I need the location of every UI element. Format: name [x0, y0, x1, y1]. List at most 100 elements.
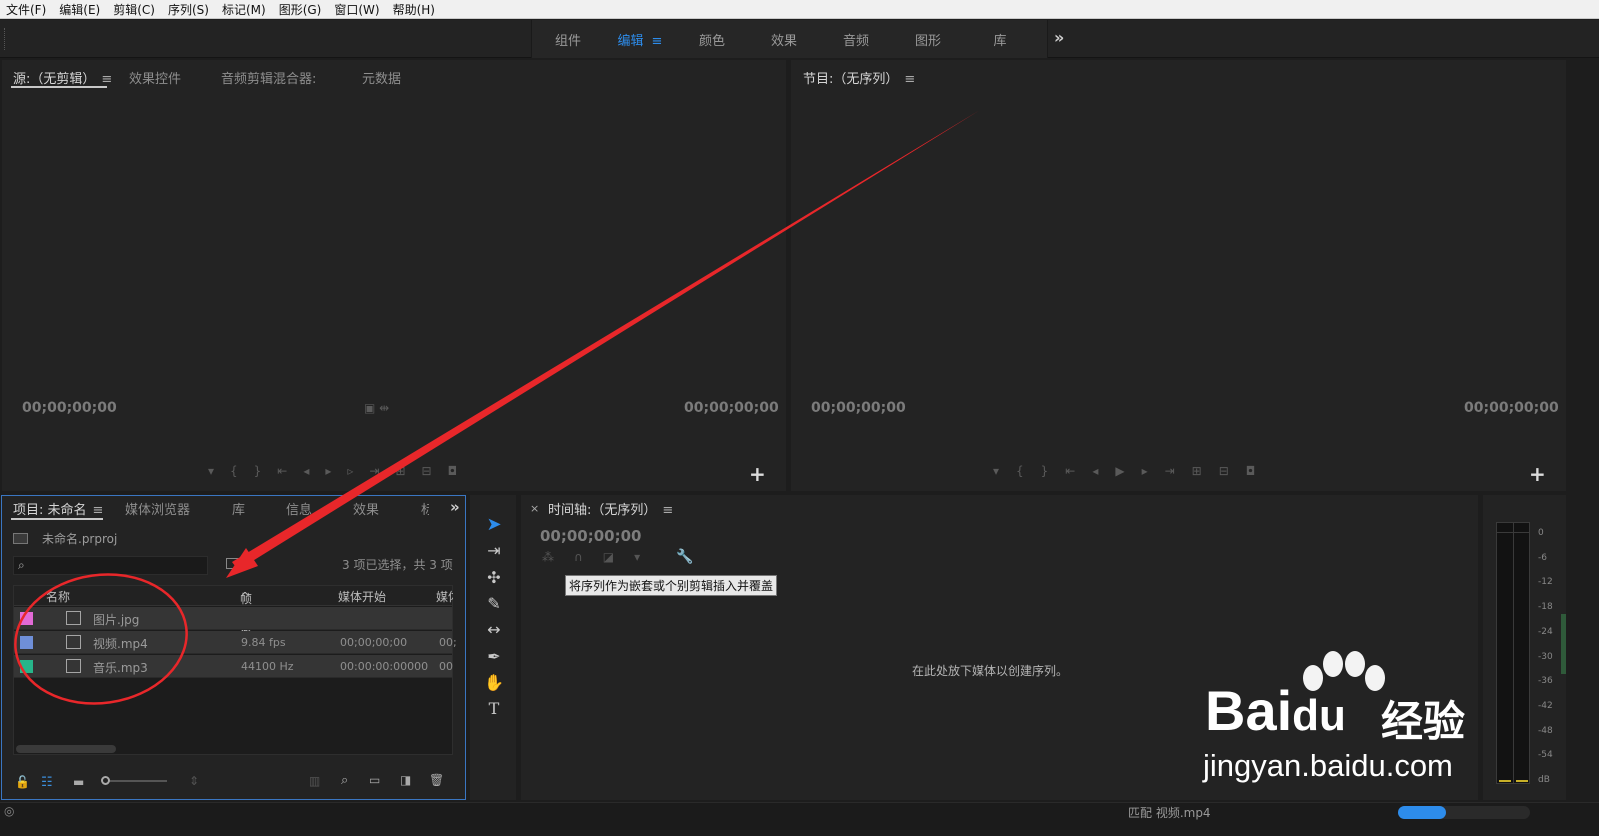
add-button[interactable]: +	[1529, 462, 1546, 486]
meter-scale-label: -36	[1538, 676, 1553, 687]
tab-program[interactable]: 节目:（无序列） ≡	[803, 68, 915, 87]
panel-menu-icon[interactable]: ≡	[93, 503, 104, 518]
tab-info[interactable]: 信息	[286, 499, 312, 518]
workspace-tab[interactable]: 音频	[820, 30, 892, 49]
panel-menu-icon[interactable]: ≡	[662, 503, 673, 518]
menu-item[interactable]: 序列(S)	[168, 1, 209, 18]
panel-overflow-icon[interactable]: »	[450, 498, 460, 516]
panel-menu-icon[interactable]: ≡	[101, 72, 112, 87]
icon-view-icon[interactable]: ▬	[73, 775, 84, 789]
workspace-menu-icon[interactable]: ≡	[652, 34, 663, 49]
column-media-overflow[interactable]: 媒体	[436, 588, 453, 605]
menu-item[interactable]: 帮助(H)	[393, 1, 435, 18]
table-row[interactable]: 视频.mp4 9.84 fps 00;00;00;00 00;	[14, 631, 457, 654]
menu-item[interactable]: 编辑(E)	[59, 1, 100, 18]
project-items-table[interactable]: 名称 帧速率 ^ 媒体开始 媒体 图片.jpg 视频.mp4 9.84 fps 00;…	[13, 585, 457, 755]
menu-item[interactable]: 剪辑(C)	[113, 1, 155, 18]
meter-scale-label: -42	[1538, 700, 1553, 711]
drag-grip[interactable]	[4, 28, 7, 50]
table-row[interactable]: 音乐.mp3 44100 Hz 00:00:00:00000 00	[14, 655, 453, 678]
slip-tool-icon[interactable]: ↔	[484, 620, 504, 639]
label-color-swatch[interactable]	[20, 636, 33, 649]
workspace-tab-label: 音频	[842, 33, 869, 49]
track-select-tool-icon[interactable]: ⇥	[484, 541, 504, 560]
tab-project[interactable]: 项目: 未命名 ≡	[13, 499, 103, 518]
menu-item[interactable]: 图形(G)	[279, 1, 322, 18]
program-transport-controls[interactable]: ▾{}⇤◂▶▸⇥⊞⊟◘	[993, 464, 1272, 478]
new-item-icon[interactable]: ◨	[400, 773, 411, 787]
active-tab-underline	[11, 518, 103, 520]
more-workspaces-icon[interactable]: »	[1054, 28, 1064, 47]
status-bar: ◎ 匹配 视频.mp4	[0, 802, 1599, 836]
razor-tool-icon[interactable]: ✎	[484, 594, 504, 613]
tab-metadata[interactable]: 元数据	[362, 68, 401, 87]
menu-item[interactable]: 窗口(W)	[334, 1, 379, 18]
column-name[interactable]: 名称	[46, 588, 70, 605]
close-icon[interactable]: ×	[530, 502, 539, 515]
zoom-fit-icon[interactable]: ▣ ⇹	[364, 401, 389, 415]
new-bin-icon[interactable]	[226, 558, 239, 569]
workspace-tab[interactable]: 效果	[748, 30, 820, 49]
program-timecode-left[interactable]: 00;00;00;00	[811, 400, 906, 416]
workspace-tab[interactable]: 颜色	[676, 30, 748, 49]
workspace-tab[interactable]: 组件	[532, 30, 604, 49]
tab-effects[interactable]: 效果	[353, 499, 379, 518]
source-timecode-left[interactable]: 00;00;00;00	[22, 400, 117, 416]
menu-item[interactable]: 文件(F)	[6, 1, 46, 18]
item-name[interactable]: 音乐.mp3	[93, 659, 148, 676]
selection-status: 3 项已选择，共 3 项	[342, 558, 453, 572]
workspace-tab[interactable]: 编辑 ≡	[604, 30, 676, 49]
menu-item[interactable]: 标记(M)	[222, 1, 266, 18]
selection-tool-icon[interactable]: ➤	[484, 514, 504, 535]
list-view-icon[interactable]: ☷	[41, 775, 53, 790]
item-name[interactable]: 图片.jpg	[93, 611, 139, 628]
tab-overflow[interactable]: 标	[421, 499, 429, 518]
tooltip: 将序列作为嵌套或个别剪辑插入并覆盖	[565, 575, 778, 596]
source-transport-controls[interactable]: ▾{}⇤◂▸▹⇥⊞⊟◘	[208, 464, 473, 478]
find-icon[interactable]: ⌕	[341, 773, 348, 788]
meter-scale-label: -12	[1538, 577, 1553, 588]
workspace-tab[interactable]: 库	[964, 30, 1036, 49]
status-text: 匹配 视频.mp4	[1128, 806, 1211, 820]
pen-tool-icon[interactable]: ✒	[484, 647, 504, 666]
column-media-start[interactable]: 媒体开始	[338, 588, 386, 605]
tab-timeline[interactable]: 时间轴:（无序列） ≡	[548, 499, 673, 518]
meter-scale-label: -18	[1538, 602, 1553, 613]
lock-icon[interactable]: 🔓	[15, 775, 30, 789]
label-color-swatch[interactable]	[20, 612, 33, 625]
ripple-edit-tool-icon[interactable]: ✣	[484, 568, 504, 587]
tab-effect-controls[interactable]: 效果控件	[129, 68, 181, 87]
progress-fill	[1398, 806, 1446, 819]
sort-icon[interactable]: ⇕	[189, 774, 199, 788]
tab-source[interactable]: 源:（无剪辑） ≡	[13, 68, 112, 87]
workspace-tab[interactable]: 图形	[892, 30, 964, 49]
peak-indicator[interactable]	[1497, 523, 1529, 533]
hand-tool-icon[interactable]: ✋	[484, 673, 504, 692]
add-button[interactable]: +	[749, 462, 766, 486]
label-color-swatch[interactable]	[20, 660, 33, 673]
tooltip-text: 将序列作为嵌套或个别剪辑插入并覆盖	[569, 579, 774, 593]
source-panel: 源:（无剪辑） ≡ 效果控件 音频剪辑混合器: 元数据 00;00;00;00 ▣…	[2, 60, 786, 491]
wrench-icon[interactable]: 🔧	[676, 549, 693, 565]
item-name[interactable]: 视频.mp4	[93, 635, 148, 652]
trash-icon[interactable]: 🗑	[429, 773, 444, 787]
zoom-slider-handle[interactable]	[101, 776, 110, 785]
meter-scroll-handle[interactable]	[1561, 614, 1566, 674]
tab-library[interactable]: 库	[232, 499, 245, 518]
horizontal-scrollbar[interactable]	[16, 745, 116, 753]
audio-meter	[1496, 522, 1530, 784]
search-input[interactable]: ⌕	[13, 556, 208, 575]
table-row[interactable]: 图片.jpg	[14, 607, 452, 630]
timeline-timecode[interactable]: 00;00;00;00	[540, 527, 642, 545]
automate-icon[interactable]: ▥	[309, 774, 320, 788]
zoom-slider[interactable]	[101, 776, 167, 785]
new-bin-icon[interactable]: ▭	[369, 773, 380, 787]
tab-timeline-label: 时间轴:（无序列）	[548, 503, 657, 518]
tab-media-browser[interactable]: 媒体浏览器	[125, 499, 190, 518]
timeline-toolbar: ⁂∩◪▾	[542, 550, 661, 564]
workspace-tab-label: 编辑	[617, 33, 644, 49]
drop-hint: 在此处放下媒体以创建序列。	[912, 664, 1069, 678]
type-tool-icon[interactable]: T	[484, 699, 504, 718]
tab-audio-clip-mixer[interactable]: 音频剪辑混合器:	[221, 68, 316, 87]
panel-menu-icon[interactable]: ≡	[904, 72, 915, 87]
